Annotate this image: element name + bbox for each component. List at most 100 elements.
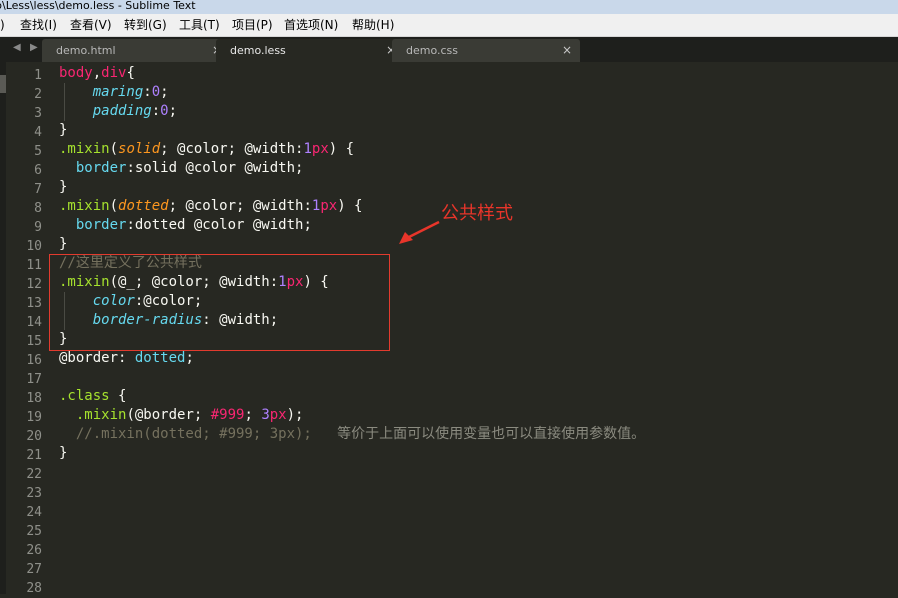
line-number: 5 bbox=[34, 144, 42, 159]
code-token: 等价于上面可以使用变量也可以直接使用参数值。 bbox=[337, 426, 646, 442]
menu-item[interactable]: 查看(V) bbox=[70, 17, 112, 33]
code-token: , bbox=[92, 65, 102, 81]
code-line: border:solid @color @width; bbox=[59, 159, 304, 178]
code-token: padding bbox=[92, 103, 152, 119]
code-token: :solid @color @width; bbox=[126, 160, 304, 176]
tab-label: demo.html bbox=[56, 44, 116, 57]
code-line: } bbox=[59, 235, 67, 254]
line-number: 1 bbox=[34, 68, 42, 83]
code-token: dotted bbox=[134, 350, 186, 366]
menu-item[interactable]: ) bbox=[0, 17, 5, 33]
line-number: 25 bbox=[26, 524, 42, 539]
code-line: //.mixin(dotted; #999; 3px); 等价于上面可以使用变量… bbox=[59, 425, 645, 444]
code-token: border bbox=[75, 160, 127, 176]
menu-item[interactable]: 查找(I) bbox=[20, 17, 57, 33]
code-token: ); bbox=[286, 407, 304, 423]
code-token: ; @color; @width: bbox=[168, 198, 312, 214]
tab-demo-less[interactable]: demo.less × bbox=[216, 39, 404, 62]
line-number: 22 bbox=[26, 467, 42, 482]
code-token: ; bbox=[185, 350, 194, 366]
code-token: { bbox=[109, 388, 127, 404]
code-line: } bbox=[59, 444, 67, 463]
line-number: 26 bbox=[26, 543, 42, 558]
line-number: 23 bbox=[26, 486, 42, 501]
line-number: 9 bbox=[34, 220, 42, 235]
code-token: (@border; bbox=[126, 407, 211, 423]
line-number: 19 bbox=[26, 410, 42, 425]
code-token: } bbox=[59, 236, 68, 252]
menu-item[interactable]: 转到(G) bbox=[124, 17, 167, 33]
code-token: solid bbox=[118, 141, 161, 157]
line-number: 3 bbox=[34, 106, 42, 121]
code-token: px bbox=[269, 407, 287, 423]
code-token: @border: bbox=[59, 350, 135, 366]
code-line: .mixin(solid; @color; @width:1px) { bbox=[59, 140, 354, 159]
line-number: 11 bbox=[26, 258, 42, 273]
line-number: 14 bbox=[26, 315, 42, 330]
tab-bar: ◀ ▶ demo.html × demo.less × demo.css × bbox=[0, 37, 898, 62]
code-token: 1 bbox=[303, 141, 312, 157]
close-icon[interactable]: × bbox=[562, 43, 572, 57]
code-token: } bbox=[59, 445, 68, 461]
menu-bar: ) 查找(I) 查看(V) 转到(G) 工具(T) 项目(P) 首选项(N) 帮助(H) bbox=[0, 14, 898, 37]
code-token: maring bbox=[92, 84, 144, 100]
code-token: 0 bbox=[160, 103, 169, 119]
tab-next-icon[interactable]: ▶ bbox=[30, 42, 38, 53]
tab-demo-css[interactable]: demo.css × bbox=[392, 39, 580, 62]
code-line: maring:0; bbox=[59, 83, 169, 102]
code-token: ; bbox=[168, 103, 178, 119]
menu-item[interactable]: 帮助(H) bbox=[352, 17, 394, 33]
annotation-highlight-box bbox=[49, 254, 390, 351]
code-token: ( bbox=[109, 141, 119, 157]
annotation-arrow-icon bbox=[399, 220, 440, 244]
tab-label: demo.less bbox=[230, 44, 286, 57]
code-token: } bbox=[59, 122, 68, 138]
code-token: : bbox=[143, 84, 152, 100]
code-line: padding:0; bbox=[59, 102, 177, 121]
tab-demo-html[interactable]: demo.html × bbox=[42, 39, 230, 62]
code-line: } bbox=[59, 178, 67, 197]
annotation-label: 公共样式 bbox=[441, 203, 513, 224]
code-token: border bbox=[75, 217, 127, 233]
code-line: } bbox=[59, 121, 67, 140]
code-line: .mixin(@border; #999; 3px); bbox=[59, 406, 304, 425]
window-title: p\Less\less\demo.less - Sublime Text bbox=[0, 0, 196, 12]
code-token: div bbox=[101, 65, 127, 81]
line-number: 24 bbox=[26, 505, 42, 520]
code-token: ) { bbox=[328, 141, 355, 157]
tab-prev-icon[interactable]: ◀ bbox=[13, 42, 21, 53]
tab-label: demo.css bbox=[406, 44, 459, 57]
code-token: .mixin bbox=[59, 141, 110, 157]
line-number: 21 bbox=[26, 448, 42, 463]
code-token: :dotted @color @width; bbox=[126, 217, 312, 233]
code-token: 0 bbox=[151, 84, 161, 100]
line-number: 2 bbox=[34, 87, 42, 102]
code-line: border:dotted @color @width; bbox=[59, 216, 312, 235]
line-number: 10 bbox=[26, 239, 42, 254]
line-number: 8 bbox=[34, 201, 42, 216]
menu-item[interactable]: 项目(P) bbox=[232, 17, 273, 33]
code-token: #999 bbox=[210, 407, 245, 423]
indent-guide bbox=[64, 83, 65, 121]
code-token: dotted bbox=[118, 198, 169, 214]
line-number: 6 bbox=[34, 163, 42, 178]
line-number: 7 bbox=[34, 182, 42, 197]
menu-item[interactable]: 首选项(N) bbox=[284, 17, 338, 33]
code-token: px bbox=[311, 141, 329, 157]
menu-item[interactable]: 工具(T) bbox=[179, 17, 220, 33]
code-token: ; bbox=[160, 84, 169, 100]
code-line: .class { bbox=[59, 387, 126, 406]
line-number: 13 bbox=[26, 296, 42, 311]
code-token: .class bbox=[59, 388, 110, 404]
line-number: 15 bbox=[26, 334, 42, 349]
code-token: .mixin bbox=[75, 407, 127, 423]
code-token: px bbox=[320, 198, 338, 214]
code-token: 3 bbox=[261, 407, 270, 423]
window-title-bar: p\Less\less\demo.less - Sublime Text bbox=[0, 0, 898, 14]
line-number: 28 bbox=[26, 581, 42, 596]
